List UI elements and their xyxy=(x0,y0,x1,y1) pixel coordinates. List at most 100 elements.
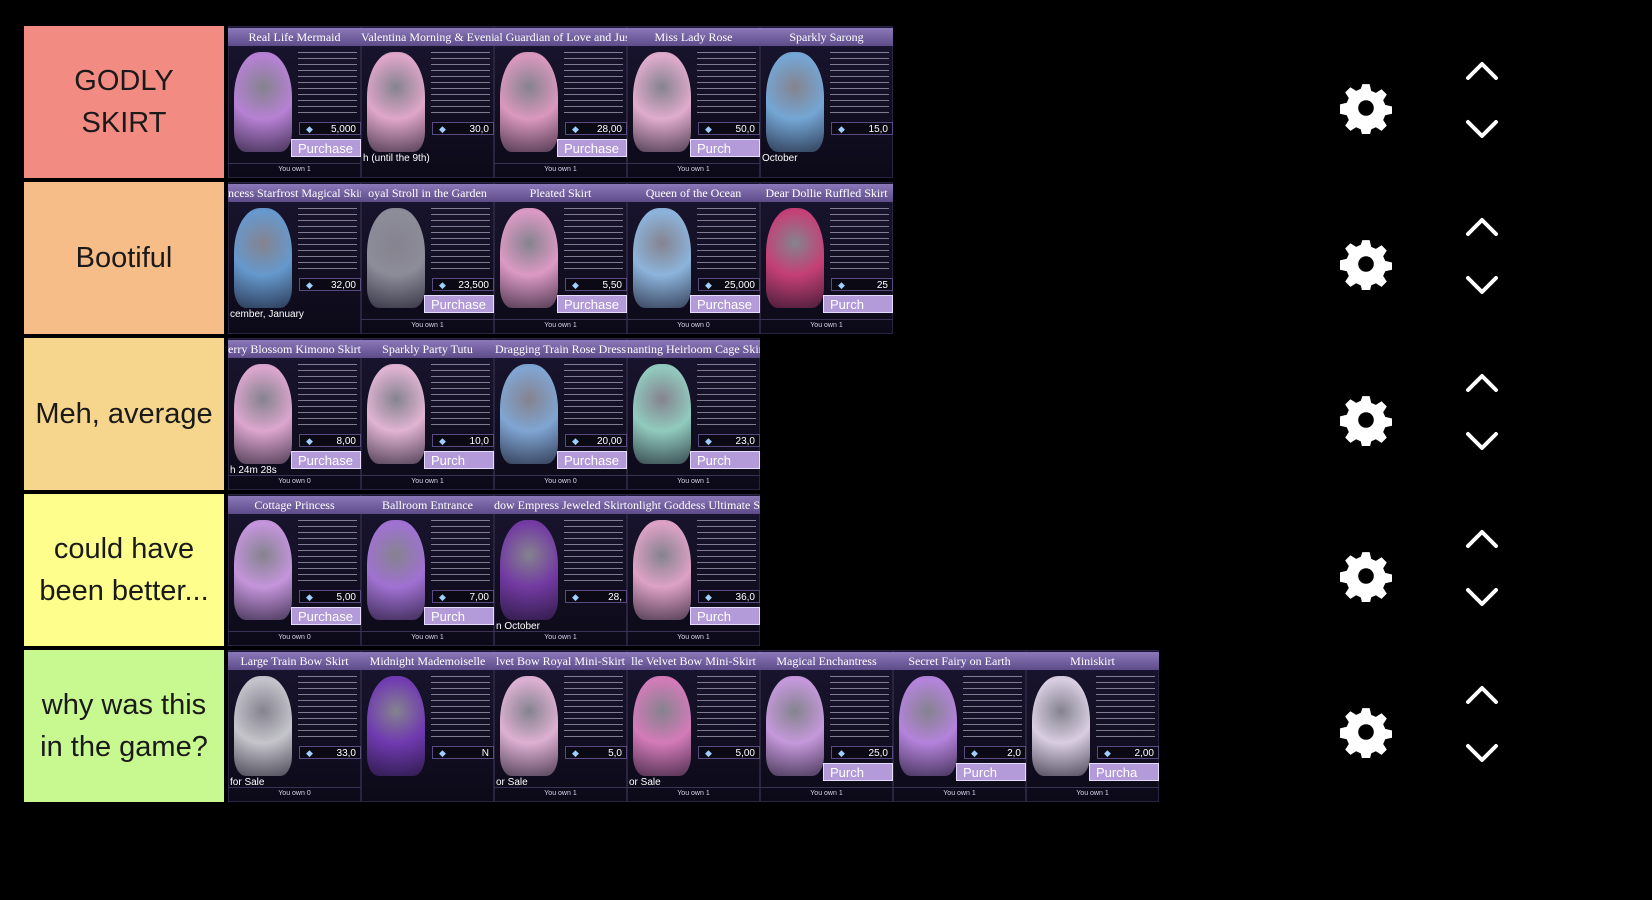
item-card[interactable]: Miss Lady Rose 50,0 Purch You own 1 xyxy=(627,26,760,178)
purchase-button[interactable]: Purch xyxy=(823,295,893,313)
item-title: ncess Starfrost Magical Skirt xyxy=(228,184,361,202)
item-card[interactable]: Sparkly Party Tutu 10,0 Purch You own 1 xyxy=(361,338,494,490)
tier-label[interactable]: Meh, average xyxy=(24,338,224,490)
chevron-down-icon[interactable] xyxy=(1464,118,1500,142)
item-figure xyxy=(367,208,425,308)
item-card[interactable]: al Guardian of Love and Justice 28,00 Purc… xyxy=(494,26,627,178)
item-card[interactable]: Ballroom Entrance 7,00 Purch You own 1 xyxy=(361,494,494,646)
item-figure xyxy=(633,520,691,620)
item-figure xyxy=(234,520,292,620)
item-card[interactable]: lvet Bow Royal Mini-Skirt5,0or SaleYou o… xyxy=(494,650,627,802)
item-card[interactable]: Pleated Skirt 5,50 Purchase You own 1 xyxy=(494,182,627,334)
tier-label[interactable]: could have been better... xyxy=(24,494,224,646)
chevron-down-icon[interactable] xyxy=(1464,430,1500,454)
item-price: 8,00 xyxy=(299,434,361,448)
purchase-button[interactable]: Purch xyxy=(424,607,494,625)
purchase-button[interactable]: Purch xyxy=(823,763,893,781)
item-description xyxy=(298,208,357,274)
item-card[interactable]: onlight Goddess Ultimate Skirt 36,0 Purch Y… xyxy=(627,494,760,646)
purchase-button[interactable]: Purchase xyxy=(291,607,361,625)
chevron-up-icon[interactable] xyxy=(1464,58,1500,82)
item-title: Midnight Mademoiselle xyxy=(361,652,494,670)
item-description xyxy=(697,520,756,586)
item-price: 25,000 xyxy=(698,278,760,292)
gear-icon[interactable] xyxy=(1340,394,1392,449)
purchase-button[interactable]: Purchase xyxy=(291,139,361,157)
item-title: Dear Dollie Ruffled Skirt xyxy=(760,184,893,202)
item-owned: You own 1 xyxy=(760,319,893,332)
item-price: 5,00 xyxy=(299,590,361,604)
chevron-up-icon[interactable] xyxy=(1464,682,1500,706)
item-card[interactable]: Magical Enchantress 25,0 Purch You own 1 xyxy=(760,650,893,802)
purchase-button[interactable]: Purch xyxy=(690,451,760,469)
tier-label[interactable]: GODLY SKIRT xyxy=(24,26,224,178)
item-card[interactable]: erry Blossom Kimono Skirt8,00Purchaseh 2… xyxy=(228,338,361,490)
item-figure xyxy=(633,364,691,464)
item-card[interactable]: lle Velvet Bow Mini-Skirt5,00or SaleYou … xyxy=(627,650,760,802)
item-figure xyxy=(367,52,425,152)
tier-label[interactable]: why was this in the game? xyxy=(24,650,224,802)
purchase-button[interactable]: Purchase xyxy=(557,139,627,157)
item-description xyxy=(431,364,490,430)
item-figure xyxy=(367,364,425,464)
item-card[interactable]: Miniskirt 2,00 Purcha You own 1 xyxy=(1026,650,1159,802)
gear-icon[interactable] xyxy=(1340,82,1392,137)
gear-icon[interactable] xyxy=(1340,238,1392,293)
item-price: 5,0 xyxy=(565,746,627,760)
chevron-down-icon[interactable] xyxy=(1464,274,1500,298)
item-card[interactable]: ncess Starfrost Magical Skirt 32,00 cember… xyxy=(228,182,361,334)
chevron-up-icon[interactable] xyxy=(1464,370,1500,394)
gear-icon[interactable] xyxy=(1340,706,1392,761)
item-title: Valentina Morning & Evening xyxy=(361,28,494,46)
purchase-button[interactable]: Purcha xyxy=(1089,763,1159,781)
item-card[interactable]: Queen of the Ocean 25,000 Purchase You own … xyxy=(627,182,760,334)
chevron-up-icon[interactable] xyxy=(1464,526,1500,550)
chevron-down-icon[interactable] xyxy=(1464,586,1500,610)
item-description xyxy=(564,208,623,274)
chevron-down-icon[interactable] xyxy=(1464,742,1500,766)
item-card[interactable]: dow Empress Jeweled Skirt28,n OctoberYou… xyxy=(494,494,627,646)
purchase-button[interactable]: Purch xyxy=(956,763,1026,781)
item-card[interactable]: Dragging Train Rose Dress 20,00 Purchase Yo… xyxy=(494,338,627,490)
item-card[interactable]: Sparkly Sarong 15,0 October xyxy=(760,26,893,178)
chevron-up-icon[interactable] xyxy=(1464,214,1500,238)
item-title: Queen of the Ocean xyxy=(627,184,760,202)
item-card[interactable]: Dear Dollie Ruffled Skirt 25 Purch You own … xyxy=(760,182,893,334)
item-card[interactable]: Midnight Mademoiselle N xyxy=(361,650,494,802)
item-card[interactable]: oyal Stroll in the Garden 23,500 Purchase Y… xyxy=(361,182,494,334)
item-title: al Guardian of Love and Justice xyxy=(494,28,627,46)
item-description xyxy=(697,208,756,274)
item-card[interactable]: Real Life Mermaid 5,000 Purchase You own 1 xyxy=(228,26,361,178)
item-card[interactable]: Large Train Bow Skirt33,0for SaleYou own… xyxy=(228,650,361,802)
purchase-button[interactable]: Purch xyxy=(690,139,760,157)
item-card[interactable]: Secret Fairy on Earth 2,0 Purch You own 1 xyxy=(893,650,1026,802)
purchase-button[interactable]: Purchase xyxy=(557,451,627,469)
purchase-button[interactable]: Purchase xyxy=(557,295,627,313)
item-note: cember, January xyxy=(230,309,304,320)
tier-controls xyxy=(1340,182,1520,334)
item-card[interactable]: Valentina Morning & Evening 30,0 h (until … xyxy=(361,26,494,178)
item-owned: You own 1 xyxy=(627,163,760,176)
item-card[interactable]: nanting Heirloom Cage Skirt 23,0 Purch You … xyxy=(627,338,760,490)
item-figure xyxy=(500,520,558,620)
item-title: Sparkly Party Tutu xyxy=(361,340,494,358)
item-title: Ballroom Entrance xyxy=(361,496,494,514)
item-title: Sparkly Sarong xyxy=(760,28,893,46)
purchase-button[interactable]: Purchase xyxy=(291,451,361,469)
tier-controls xyxy=(1340,26,1520,178)
item-figure xyxy=(633,52,691,152)
purchase-button[interactable]: Purchase xyxy=(424,295,494,313)
purchase-button[interactable]: Purch xyxy=(690,607,760,625)
item-title: Magical Enchantress xyxy=(760,652,893,670)
item-card[interactable]: Cottage Princess 5,00 Purchase You own 0 xyxy=(228,494,361,646)
item-price: 2,00 xyxy=(1097,746,1159,760)
item-owned: You own 0 xyxy=(228,631,361,644)
gear-icon[interactable] xyxy=(1340,550,1392,605)
purchase-button[interactable]: Purch xyxy=(424,451,494,469)
item-description xyxy=(697,364,756,430)
tier-label[interactable]: Bootiful xyxy=(24,182,224,334)
purchase-button[interactable]: Purchase xyxy=(690,295,760,313)
item-description xyxy=(298,52,357,118)
item-description xyxy=(431,208,490,274)
item-owned: You own 1 xyxy=(627,475,760,488)
